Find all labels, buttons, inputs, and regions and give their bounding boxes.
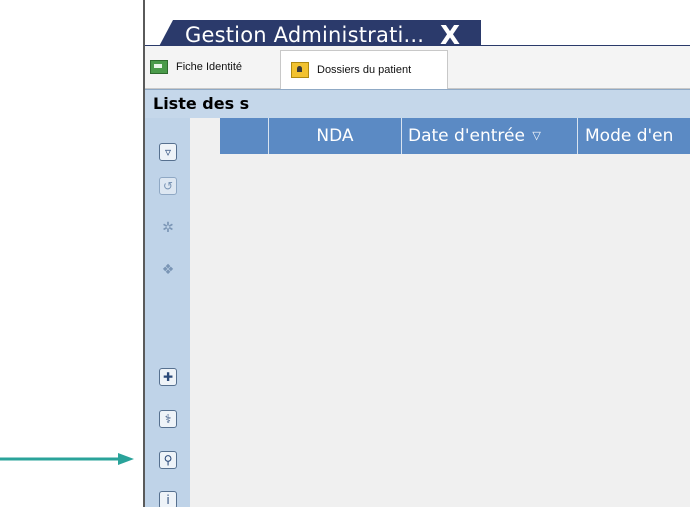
window-left-border bbox=[143, 0, 145, 507]
tab-fiche-identite[interactable]: Fiche Identité bbox=[150, 50, 278, 84]
application-window: Gestion Administrati... X Fiche Identité… bbox=[143, 0, 690, 507]
patient-button[interactable]: ⚲ bbox=[159, 451, 177, 469]
tab-dossiers-du-patient[interactable]: Dossiers du patient bbox=[280, 50, 448, 89]
grid-header-row: NDA Date d'entrée ▽ Mode d'en bbox=[190, 118, 690, 154]
sort-descending-icon: ▽ bbox=[532, 129, 541, 142]
grid-header-row-indicator bbox=[190, 118, 220, 154]
add-button[interactable]: ✚ bbox=[159, 368, 177, 386]
info-button[interactable]: i bbox=[159, 491, 177, 507]
data-grid: NDA Date d'entrée ▽ Mode d'en bbox=[190, 118, 690, 507]
refresh-icon: ↺ bbox=[162, 179, 174, 193]
list-panel-header: Liste des s bbox=[143, 89, 690, 118]
expand-all-button[interactable]: ❖ bbox=[159, 261, 177, 279]
tab-dossiers-label: Dossiers du patient bbox=[317, 64, 412, 76]
sub-tab-bar: Fiche Identité Dossiers du patient bbox=[143, 46, 690, 89]
column-header-mode-entree[interactable]: Mode d'en bbox=[579, 118, 690, 154]
person-walking-icon: ⚲ bbox=[163, 453, 173, 467]
grid-header-select[interactable] bbox=[220, 118, 269, 154]
expand-all-icon: ❖ bbox=[161, 262, 175, 278]
vertical-toolbar: ▿ ↺ ✲ ❖ ✚ ⚕ ⚲ i bbox=[143, 118, 190, 507]
stethoscope-icon: ⚕ bbox=[164, 412, 172, 426]
column-header-nda[interactable]: NDA bbox=[269, 118, 402, 154]
stethoscope-button[interactable]: ⚕ bbox=[159, 410, 177, 428]
tab-fiche-identite-label: Fiche Identité bbox=[176, 61, 243, 73]
column-header-date-entree-label: Date d'entrée bbox=[408, 126, 525, 146]
refresh-button[interactable]: ↺ bbox=[159, 177, 177, 195]
patient-folder-icon bbox=[291, 62, 309, 78]
collapse-all-button[interactable]: ✲ bbox=[159, 219, 177, 237]
info-icon: i bbox=[166, 493, 170, 507]
filter-button[interactable]: ▿ bbox=[159, 143, 177, 161]
annotation-arrow-icon bbox=[0, 453, 134, 465]
collapse-all-icon: ✲ bbox=[162, 220, 174, 236]
id-card-icon bbox=[150, 60, 168, 74]
document-tab-title: Gestion Administrati... bbox=[185, 23, 425, 47]
document-tab-strip: Gestion Administrati... X bbox=[143, 9, 690, 54]
column-header-date-entree[interactable]: Date d'entrée ▽ bbox=[402, 118, 578, 154]
filter-icon: ▿ bbox=[164, 145, 172, 159]
plus-icon: ✚ bbox=[162, 370, 174, 384]
window-top-strip bbox=[143, 0, 690, 9]
list-panel-title: Liste des s bbox=[153, 94, 250, 113]
